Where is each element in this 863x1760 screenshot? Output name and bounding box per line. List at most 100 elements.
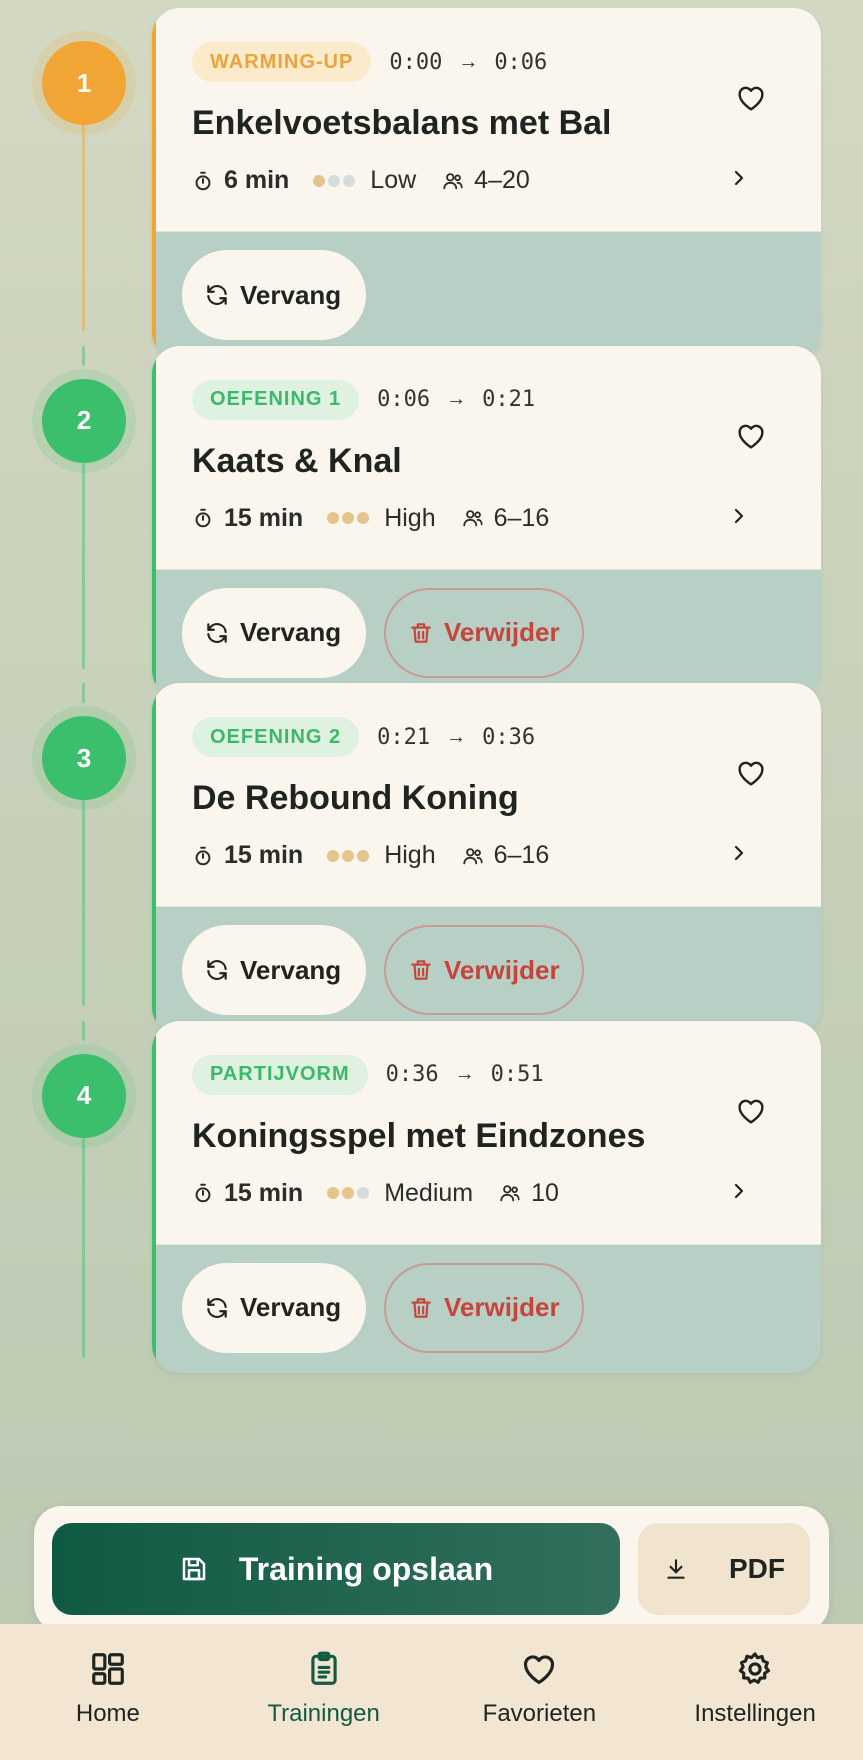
session-summary[interactable]: OEFENING 2 0:21 → 0:36 De Rebound Koning… bbox=[156, 683, 821, 907]
favorite-heart-icon[interactable] bbox=[735, 1095, 767, 1127]
intensity-dot bbox=[327, 512, 340, 524]
delete-button[interactable]: Verwijder bbox=[384, 925, 584, 1015]
replace-button[interactable]: Vervang bbox=[182, 587, 366, 678]
intensity-dots bbox=[313, 174, 358, 187]
grid-icon bbox=[89, 1650, 127, 1700]
player-count: 6–16 bbox=[493, 503, 550, 532]
delete-label: Verwijder bbox=[444, 954, 560, 985]
trash-icon bbox=[408, 1295, 444, 1321]
heart-icon bbox=[520, 1650, 558, 1700]
start-time: 0:00 bbox=[389, 49, 443, 75]
end-time: 0:51 bbox=[490, 1062, 544, 1087]
intensity-label: Medium bbox=[384, 1178, 474, 1207]
intensity-label: Low bbox=[370, 166, 417, 194]
session-header: OEFENING 2 0:21 → 0:36 bbox=[192, 717, 535, 757]
session-title: De Rebound Koning bbox=[192, 779, 519, 817]
duration: 15 min bbox=[224, 841, 304, 869]
intensity-dot bbox=[357, 849, 370, 862]
session-summary[interactable]: OEFENING 1 0:06 → 0:21 Kaats & Knal 15 m… bbox=[156, 345, 821, 570]
session-phase-badge: WARMING-UP bbox=[192, 42, 372, 82]
intensity-dot bbox=[343, 174, 356, 187]
end-time: 0:06 bbox=[494, 49, 548, 75]
refresh-icon bbox=[204, 1295, 240, 1321]
session-header: OEFENING 1 0:06 → 0:21 bbox=[192, 379, 536, 420]
intensity-dot bbox=[357, 512, 370, 524]
player-count: 6–16 bbox=[493, 841, 550, 869]
start-time: 0:06 bbox=[377, 387, 431, 412]
intensity-dot bbox=[342, 512, 355, 524]
session-actions: Vervang Verwijder bbox=[182, 587, 602, 678]
session-header: PARTIJVORM 0:36 → 0:51 bbox=[192, 1054, 544, 1095]
timeline-segment bbox=[82, 345, 85, 366]
session-actions: Vervang bbox=[182, 250, 384, 340]
nav-item-favorieten[interactable]: Favorieten bbox=[432, 1624, 648, 1760]
replace-button[interactable]: Vervang bbox=[182, 1262, 366, 1353]
session-phase-badge: OEFENING 2 bbox=[192, 717, 360, 757]
session-card: PARTIJVORM 0:36 → 0:51 Koningsspel met E… bbox=[152, 1020, 821, 1373]
session-meta: 6 min Low 4–20 bbox=[192, 166, 530, 195]
duration: 6 min bbox=[224, 166, 290, 194]
nav-item-home[interactable]: Home bbox=[0, 1624, 216, 1760]
replace-button[interactable]: Vervang bbox=[182, 925, 366, 1015]
players: 6–16 bbox=[462, 841, 550, 870]
delete-label: Verwijder bbox=[444, 1292, 560, 1322]
intensity-dot bbox=[328, 174, 341, 187]
nav-item-trainingen[interactable]: Trainingen bbox=[216, 1624, 432, 1760]
timeline-segment bbox=[82, 800, 85, 1006]
favorite-heart-icon[interactable] bbox=[735, 757, 767, 789]
players: 10 bbox=[499, 1179, 559, 1208]
intensity-label: High bbox=[384, 503, 436, 532]
players: 6–16 bbox=[462, 503, 550, 533]
refresh-icon bbox=[204, 620, 240, 646]
session-header: WARMING-UP 0:00 → 0:06 bbox=[192, 42, 547, 82]
save-training-button[interactable]: Training opslaan bbox=[52, 1523, 620, 1615]
action-bar: Training opslaan PDF bbox=[34, 1506, 829, 1632]
intensity-dot bbox=[357, 1187, 370, 1199]
session-title: Kaats & Knal bbox=[192, 441, 402, 480]
favorite-heart-icon[interactable] bbox=[735, 420, 767, 452]
session-summary[interactable]: WARMING-UP 0:00 → 0:06 Enkelvoetsbalans … bbox=[156, 8, 821, 232]
end-time: 0:21 bbox=[482, 387, 536, 412]
arrow-icon: → bbox=[454, 1063, 475, 1085]
save-icon bbox=[182, 1557, 206, 1581]
session-meta: 15 min High 6–16 bbox=[192, 841, 549, 870]
step-number: 2 bbox=[42, 378, 126, 463]
intensity-dots bbox=[327, 849, 372, 862]
timeline-segment bbox=[82, 1137, 85, 1358]
refresh-icon bbox=[204, 957, 240, 983]
session-summary[interactable]: PARTIJVORM 0:36 → 0:51 Koningsspel met E… bbox=[156, 1020, 821, 1245]
delete-button[interactable]: Verwijder bbox=[384, 1262, 584, 1353]
session-phase-badge: PARTIJVORM bbox=[192, 1054, 368, 1095]
pdf-label: PDF bbox=[729, 1553, 785, 1584]
nav-label: Home bbox=[75, 1700, 140, 1727]
replace-label: Vervang bbox=[240, 279, 342, 310]
favorite-heart-icon[interactable] bbox=[735, 82, 767, 114]
session-card: OEFENING 1 0:06 → 0:21 Kaats & Knal 15 m… bbox=[152, 345, 821, 698]
clipboard-icon bbox=[305, 1650, 343, 1700]
timeline: 1 2 3 4 bbox=[0, 0, 160, 1520]
timeline-segment bbox=[82, 462, 85, 669]
replace-label: Vervang bbox=[240, 1292, 342, 1322]
refresh-icon bbox=[204, 282, 240, 308]
trash-icon bbox=[408, 957, 444, 983]
session-actions: Vervang Verwijder bbox=[182, 925, 602, 1015]
nav-label: Trainingen bbox=[267, 1700, 380, 1727]
chevron-right-icon[interactable] bbox=[729, 504, 749, 528]
replace-button[interactable]: Vervang bbox=[182, 250, 366, 340]
intensity-label: High bbox=[384, 841, 436, 869]
duration: 15 min bbox=[224, 503, 304, 532]
replace-label: Vervang bbox=[240, 954, 342, 985]
timer-icon bbox=[192, 845, 214, 867]
duration: 15 min bbox=[224, 1178, 304, 1207]
delete-button[interactable]: Verwijder bbox=[384, 587, 584, 678]
people-icon bbox=[462, 507, 484, 529]
arrow-icon: → bbox=[458, 50, 479, 73]
people-icon bbox=[499, 1182, 521, 1204]
chevron-right-icon[interactable] bbox=[729, 1179, 749, 1203]
pdf-button[interactable]: PDF bbox=[638, 1523, 810, 1615]
timeline-segment bbox=[82, 125, 85, 331]
chevron-right-icon[interactable] bbox=[729, 166, 749, 190]
chevron-right-icon[interactable] bbox=[729, 841, 749, 865]
intensity-dot bbox=[313, 174, 326, 187]
nav-item-instellingen[interactable]: Instellingen bbox=[647, 1624, 863, 1760]
